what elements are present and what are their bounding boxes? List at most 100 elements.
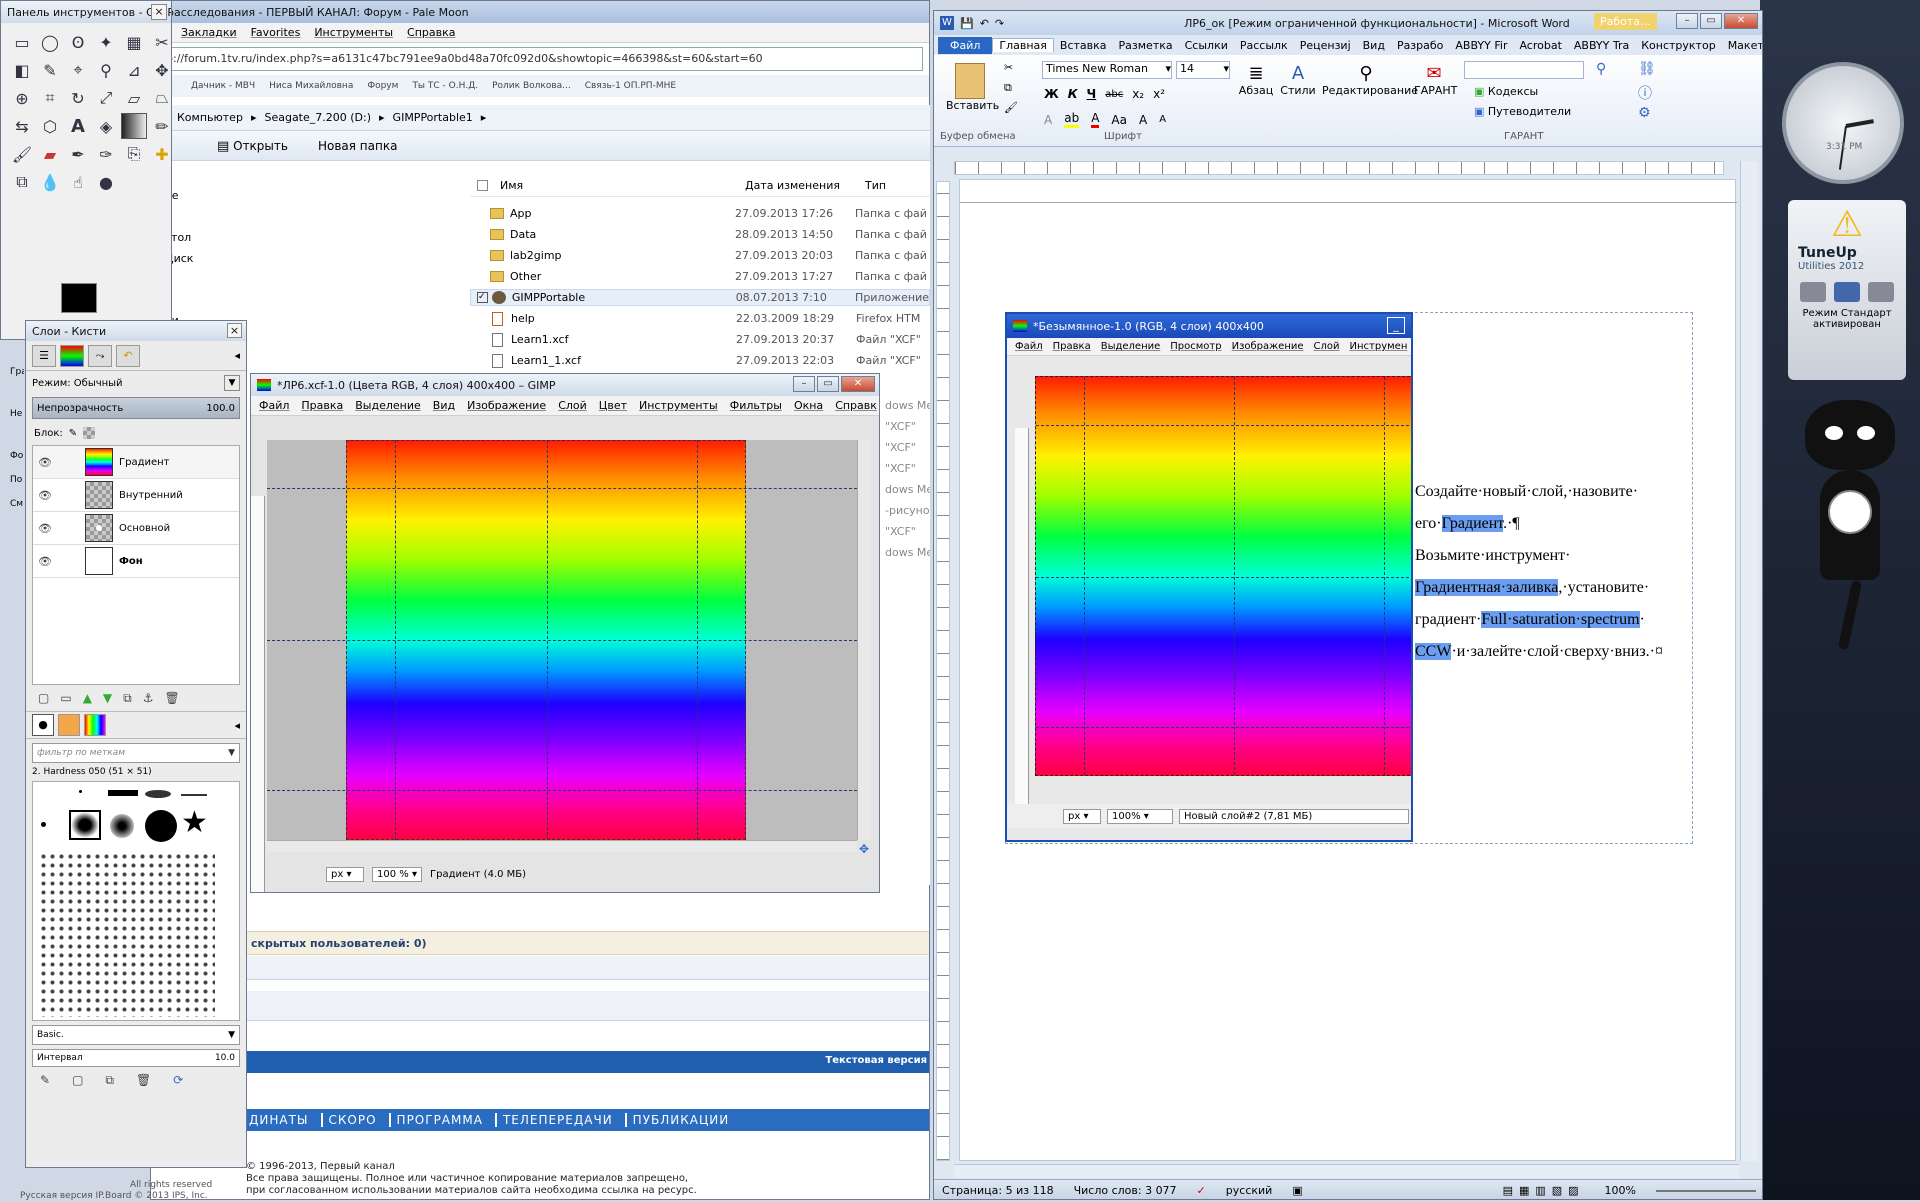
measure-icon[interactable]: ⊿	[121, 57, 147, 83]
info-icon[interactable]: ⓘ	[1638, 83, 1652, 103]
instruction-text[interactable]: Создайте·новый·слой,·назовите· его·Гради…	[1415, 476, 1705, 668]
menu-item[interactable]: Справк	[835, 399, 877, 412]
bookmark-item[interactable]: Ты ТС - О.Н.Д.	[412, 81, 478, 91]
rect-select-icon[interactable]: ▭	[9, 29, 35, 55]
text-icon[interactable]: A	[65, 113, 91, 139]
menu-item[interactable]: Изображение	[467, 399, 546, 412]
flip-icon[interactable]: ⇆	[9, 113, 35, 139]
refresh-brushes-icon[interactable]: ⟳	[173, 1073, 183, 1087]
brush-swatch[interactable]	[110, 814, 134, 838]
eye-icon[interactable]: 👁	[33, 555, 57, 568]
brush-swatch[interactable]	[41, 822, 46, 827]
link-icon[interactable]: ⛓	[1638, 61, 1656, 77]
horizontal-scrollbar[interactable]	[267, 840, 857, 852]
fg-color-swatch[interactable]	[61, 283, 97, 313]
brush-swatch[interactable]	[108, 790, 138, 796]
dodge-burn-icon[interactable]: ●	[93, 169, 119, 195]
menu-item[interactable]: Цвет	[599, 399, 627, 412]
paths-tab-icon[interactable]: ⤳	[88, 344, 112, 367]
ribbon-tab[interactable]: Ссылки	[1179, 39, 1234, 52]
duplicate-brush-icon[interactable]: ⧉	[105, 1073, 114, 1088]
undo-tab-icon[interactable]: ↶	[116, 344, 140, 367]
ribbon-tab[interactable]: Вставка	[1054, 39, 1113, 52]
ribbon-tab[interactable]: ABBYY Fir	[1449, 39, 1513, 52]
file-row[interactable]: Other 27.09.2013 17:27 Папка с фай	[470, 268, 930, 285]
minimize-icon[interactable]: _	[1387, 317, 1405, 334]
menu-item[interactable]: Файл	[1015, 341, 1043, 352]
ribbon-tab[interactable]: Рецензиј	[1294, 39, 1357, 52]
shear-icon[interactable]: ▱	[121, 85, 147, 111]
bookmark-item[interactable]: Ролик Волкова...	[492, 81, 571, 91]
duplicate-layer-icon[interactable]: ⧉	[123, 691, 132, 706]
dock-menu-icon[interactable]: ◂	[234, 719, 240, 732]
perspective-icon[interactable]: ⏢	[149, 85, 171, 111]
crop-icon[interactable]: ⌗	[37, 85, 63, 111]
browser-menu-item[interactable]: Инструменты	[314, 26, 393, 39]
file-row[interactable]: lab2gimp 27.09.2013 20:03 Папка с фай	[470, 247, 930, 264]
ribbon-tab[interactable]: Макет	[1722, 39, 1762, 52]
maximize-icon[interactable]: ▭	[1700, 13, 1722, 29]
paths-icon[interactable]: ✎	[37, 57, 63, 83]
nav-item[interactable]: ТЕЛЕПЕРЕДАЧИ	[494, 1113, 619, 1127]
bookmark-item[interactable]: Форум	[367, 81, 398, 91]
embedded-gimp-screenshot[interactable]: *Безымянное-1.0 (RGB, 4 слои) 400x400 _ …	[1005, 312, 1413, 842]
italic-button[interactable]: К	[1068, 87, 1078, 101]
bookmark-item[interactable]: Дачник - МВЧ	[191, 81, 255, 91]
paintbrush-icon[interactable]: 🖌	[9, 141, 35, 167]
font-name-select[interactable]: Times New Roman ▾	[1042, 61, 1172, 79]
file-row[interactable]: Data 28.09.2013 14:50 Папка с фай	[470, 226, 930, 243]
channels-tab-icon[interactable]	[60, 344, 84, 367]
zoom-select[interactable]: 100 % ▾	[372, 866, 422, 882]
edit-brush-icon[interactable]: ✎	[40, 1073, 50, 1087]
lasso-icon[interactable]: ʘ	[65, 29, 91, 55]
settings-icon[interactable]: ⚙	[1638, 105, 1651, 121]
mode-select[interactable]: Режим: Обычный	[32, 378, 224, 389]
ribbon-tab[interactable]: ABBYY Tra	[1568, 39, 1635, 52]
col-type-header[interactable]: Тип	[865, 179, 886, 192]
ink-icon[interactable]: ✑	[93, 141, 119, 167]
garant-search-box[interactable]	[1464, 61, 1584, 79]
nav-item[interactable]: ДИНАТЫ	[243, 1113, 315, 1127]
menu-item[interactable]: Правка	[1053, 341, 1091, 352]
underline-button[interactable]: Ч	[1087, 87, 1097, 101]
browser-menu-item[interactable]: Справка	[407, 26, 455, 39]
foreground-select-icon[interactable]: ◧	[9, 57, 35, 83]
subscript-button[interactable]: x₂	[1132, 87, 1144, 101]
cage-icon[interactable]: ⬡	[37, 113, 63, 139]
redo-icon[interactable]: ↷	[995, 17, 1004, 30]
breadcrumb-item[interactable]: Seagate_7.200 (D:)	[264, 111, 371, 124]
guides-link[interactable]: ▣ Путеводители	[1474, 105, 1571, 118]
zoom-slider[interactable]	[1656, 1189, 1756, 1192]
row-checkbox[interactable]: ✓	[477, 292, 488, 303]
brush-grid[interactable]: ★	[32, 781, 240, 1021]
fuzzy-select-icon[interactable]: ✦	[93, 29, 119, 55]
brush-swatch-selected[interactable]	[69, 810, 101, 840]
maximize-icon[interactable]: ▭	[817, 376, 839, 392]
brush-set-select[interactable]: Basic. ▼	[32, 1025, 240, 1045]
patterns-tab-icon[interactable]	[58, 714, 80, 736]
browser-menu-item[interactable]: Закладки	[181, 26, 237, 39]
new-folder-button[interactable]: Новая папка	[318, 139, 397, 153]
navigate-icon[interactable]: ✥	[859, 842, 869, 856]
interval-slider[interactable]: Интервал 10.0	[32, 1049, 240, 1067]
menu-item[interactable]: Слой	[1314, 341, 1340, 352]
undo-icon[interactable]: ↶	[980, 17, 989, 30]
nav-item[interactable]: ПРОГРАММА	[388, 1113, 489, 1127]
blend-icon[interactable]	[121, 113, 147, 139]
minimize-icon[interactable]: –	[793, 376, 815, 392]
paste-button[interactable]: Вставить	[946, 63, 999, 112]
scale-icon[interactable]: ⤢	[93, 85, 119, 111]
vertical-scrollbar[interactable]	[857, 440, 871, 840]
brush-swatch[interactable]	[181, 794, 207, 796]
star-icon[interactable]: ★	[181, 808, 208, 838]
shrink-font-icon[interactable]: A	[1159, 114, 1166, 125]
lower-layer-icon[interactable]: ▼	[103, 691, 112, 705]
eraser-icon[interactable]: ▰	[37, 141, 63, 167]
dock-menu-icon[interactable]: ◂	[234, 349, 240, 362]
col-date-header[interactable]: Дата изменения	[745, 179, 865, 192]
search-icon[interactable]: ⚲	[1596, 61, 1606, 77]
delete-brush-icon[interactable]: 🗑	[136, 1073, 151, 1087]
anchor-layer-icon[interactable]: ⚓	[143, 691, 154, 705]
ribbon-tab[interactable]: Acrobat	[1513, 39, 1567, 52]
tag-filter-input[interactable]: фильтр по меткам	[37, 748, 228, 758]
